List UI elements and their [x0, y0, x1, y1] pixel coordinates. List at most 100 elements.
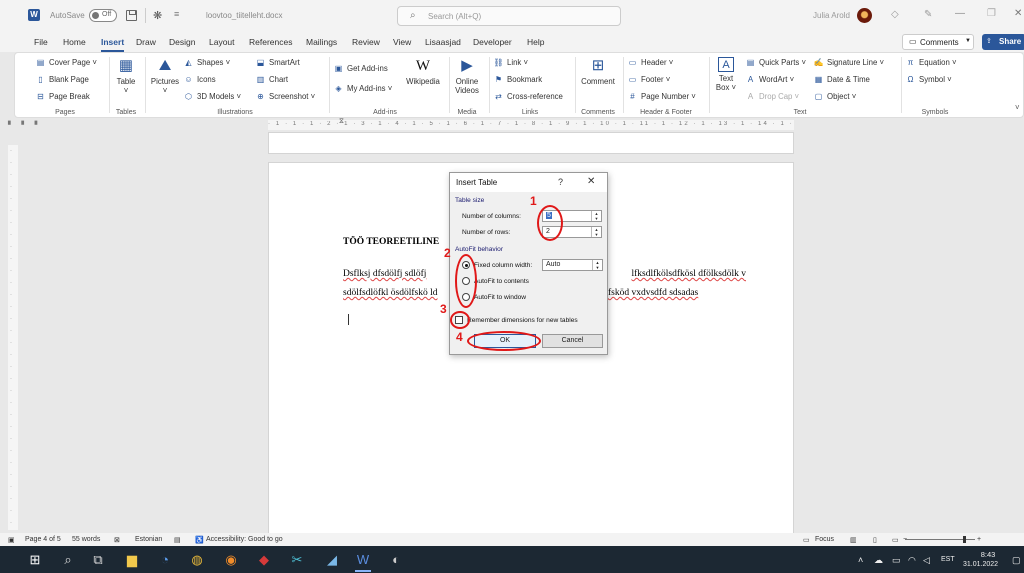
- page-count[interactable]: Page 4 of 5: [25, 536, 61, 543]
- spinner-arrows-icon[interactable]: ▲ ▼: [592, 260, 602, 270]
- close-icon[interactable]: ✕: [1014, 8, 1022, 19]
- soccer-ball-icon[interactable]: ❋: [153, 9, 162, 22]
- body-text-line-2-right[interactable]: fsköd vxdvsdfd sdsadas: [608, 288, 698, 298]
- help-icon[interactable]: ?: [558, 177, 563, 187]
- collapse-ribbon-icon[interactable]: ˅: [1015, 103, 1020, 112]
- tab-lisaasjad[interactable]: Lisaasjad: [425, 37, 461, 47]
- clock-date[interactable]: 31.01.2022: [963, 561, 998, 568]
- clock-time[interactable]: 8:43: [970, 550, 1006, 559]
- snip-tool-icon[interactable]: ✂: [287, 552, 307, 568]
- equation-button[interactable]: π Equation ˅: [905, 58, 957, 67]
- blank-page-button[interactable]: ▯ Blank Page: [35, 75, 89, 84]
- document-heading[interactable]: TÖÖ TEOREETILINE: [343, 237, 439, 247]
- search-input[interactable]: ⌕ Search (Alt+Q): [397, 6, 621, 26]
- paint-icon[interactable]: ◆: [254, 552, 274, 568]
- accessibility-icon[interactable]: ♿: [195, 536, 204, 544]
- notes-icon[interactable]: ◢: [322, 552, 342, 568]
- edge-icon[interactable]: ◔: [155, 552, 175, 567]
- close-icon[interactable]: ✕: [587, 176, 595, 187]
- bookmark-button[interactable]: ⚑ Bookmark: [493, 75, 542, 84]
- link-button[interactable]: ⛓ Link ˅: [493, 58, 528, 67]
- autosave-toggle[interactable]: Off: [89, 9, 117, 22]
- user-name[interactable]: Julia Arold: [813, 11, 850, 20]
- screenshot-button[interactable]: ⊕ Screenshot ˅: [255, 92, 315, 101]
- header-button[interactable]: ▭ Header ˅: [627, 58, 674, 67]
- fixed-width-input[interactable]: Auto ▲ ▼: [542, 259, 603, 271]
- footer-button[interactable]: ▭ Footer ˅: [627, 75, 671, 84]
- proofing-icon[interactable]: ⊠: [114, 536, 120, 544]
- firefox-icon[interactable]: ◉: [221, 552, 241, 568]
- tab-selector-icon[interactable]: ▘ ▘ ▘: [8, 121, 43, 129]
- word-count[interactable]: 55 words: [72, 536, 100, 543]
- language-status[interactable]: Estonian: [135, 536, 162, 543]
- chart-button[interactable]: ▥ Chart: [255, 75, 288, 84]
- signature-line-button[interactable]: ✍ Signature Line ˅: [813, 58, 885, 67]
- share-button[interactable]: ⇪ Share: [982, 34, 1024, 50]
- object-button[interactable]: ▢ Object ˅: [813, 92, 857, 101]
- zoom-slider-handle[interactable]: [963, 536, 966, 543]
- symbol-button[interactable]: Ω Symbol ˅: [905, 75, 952, 84]
- avatar[interactable]: [857, 8, 872, 23]
- wordart-button[interactable]: A WordArt ˅: [745, 75, 794, 84]
- indent-marker-icon[interactable]: ⧖: [339, 118, 344, 126]
- text-box-button[interactable]: A Text Box ˅: [713, 57, 739, 92]
- smartart-button[interactable]: ⬓ SmartArt: [255, 58, 300, 67]
- word-taskbar-icon[interactable]: W: [353, 552, 373, 572]
- cover-page-button[interactable]: ▤ Cover Page ˅: [35, 58, 97, 67]
- tab-layout[interactable]: Layout: [209, 37, 235, 47]
- task-view-icon[interactable]: ⧉: [88, 552, 108, 568]
- shapes-button[interactable]: ◭ Shapes ˅: [183, 58, 230, 67]
- notification-icon[interactable]: ▢: [1012, 555, 1021, 566]
- wikipedia-button[interactable]: W Wikipedia: [403, 57, 443, 86]
- spinner-arrows-icon[interactable]: ▲ ▼: [591, 211, 601, 221]
- tab-mailings[interactable]: Mailings: [306, 37, 337, 47]
- pen-icon[interactable]: ✎: [924, 9, 932, 20]
- comment-button[interactable]: ⊞ Comment: [579, 57, 617, 86]
- save-icon[interactable]: [126, 10, 137, 21]
- tab-design[interactable]: Design: [169, 37, 195, 47]
- diamond-icon[interactable]: ◇: [891, 9, 899, 20]
- focus-icon[interactable]: ▭: [803, 536, 810, 544]
- quick-parts-button[interactable]: ▤ Quick Parts ˅: [745, 58, 806, 67]
- wifi-icon[interactable]: ◠: [908, 555, 916, 566]
- 3d-models-button[interactable]: ⬡ 3D Models ˅: [183, 92, 241, 101]
- tab-file[interactable]: File: [34, 37, 48, 47]
- tab-developer[interactable]: Developer: [473, 37, 512, 47]
- chrome-icon[interactable]: ◍: [187, 552, 207, 568]
- tab-home[interactable]: Home: [63, 37, 86, 47]
- pictures-button[interactable]: ⛰ Pictures ˅: [149, 57, 181, 95]
- zoom-in-icon[interactable]: +: [977, 536, 981, 543]
- focus-button[interactable]: Focus: [815, 536, 834, 543]
- app-icon[interactable]: ◐: [386, 552, 406, 567]
- macro-icon[interactable]: ▤: [174, 536, 181, 544]
- get-addins-button[interactable]: ▣ Get Add-ins: [333, 64, 388, 73]
- minimize-icon[interactable]: —: [955, 8, 965, 19]
- document-title[interactable]: loovtoo_tiitelleht.docx: [206, 11, 283, 20]
- restore-icon[interactable]: ❐: [987, 8, 996, 19]
- tray-chevron-icon[interactable]: ˄: [858, 555, 863, 565]
- tab-review[interactable]: Review: [352, 37, 380, 47]
- date-time-button[interactable]: ▦ Date & Time: [813, 75, 870, 84]
- battery-icon[interactable]: ▭: [892, 555, 901, 566]
- online-videos-button[interactable]: ▶ Online Videos: [451, 57, 483, 95]
- vertical-ruler[interactable]: · · · · · · · · · · · · · · · · · · · · · · · · · · · · · · · ·: [8, 145, 18, 530]
- icons-button[interactable]: ☺ Icons: [183, 75, 215, 84]
- search-icon[interactable]: ⌕: [58, 552, 78, 568]
- file-explorer-icon[interactable]: ▆: [122, 552, 142, 568]
- cancel-button[interactable]: Cancel: [542, 334, 603, 348]
- body-text-line-1-right[interactable]: lfksdlfkölsdfkösl dfölksdölk v: [608, 269, 746, 279]
- comments-button[interactable]: ▭ Comments ▼: [902, 34, 974, 50]
- tab-view[interactable]: View: [393, 37, 411, 47]
- tab-draw[interactable]: Draw: [136, 37, 156, 47]
- customize-toolbar-icon[interactable]: ≡: [174, 9, 179, 19]
- tab-help[interactable]: Help: [527, 37, 544, 47]
- volume-icon[interactable]: ◁: [923, 555, 930, 566]
- accessibility-status[interactable]: Accessibility: Good to go: [206, 536, 283, 543]
- read-mode-icon[interactable]: ▥: [850, 536, 857, 544]
- table-button[interactable]: ▦ Table ˅: [113, 57, 139, 95]
- windows-start-icon[interactable]: ⊞: [25, 552, 45, 568]
- body-text-line-2-left[interactable]: sdölfsdlöfkl ösdölfskö ld: [343, 288, 437, 298]
- tab-references[interactable]: References: [249, 37, 292, 47]
- keyboard-language[interactable]: EST: [941, 556, 955, 563]
- page-break-button[interactable]: ⊟ Page Break: [35, 92, 90, 101]
